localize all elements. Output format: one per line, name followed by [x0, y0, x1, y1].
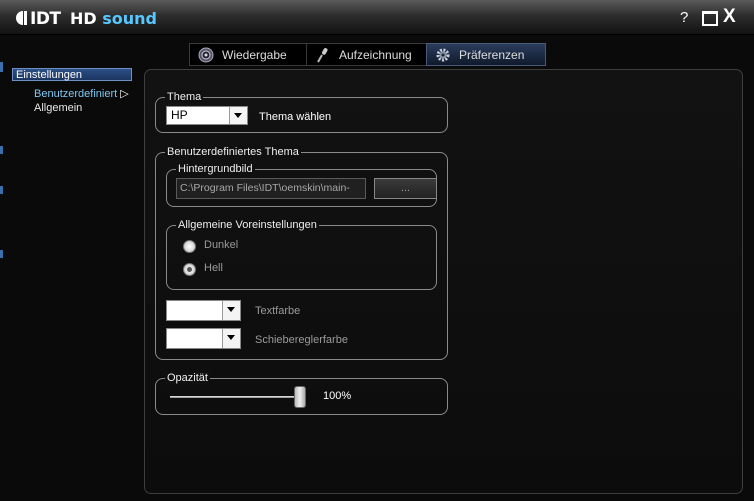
browse-button[interactable]: ...	[374, 178, 437, 199]
tab-preferences[interactable]: Präferenzen	[426, 43, 546, 66]
text-color-label: Textfarbe	[255, 305, 301, 317]
background-window-fragment	[0, 186, 3, 194]
microphone-icon	[317, 47, 328, 62]
custom-theme-group: Benutzerdefiniertes Thema Hintergrundbil…	[155, 146, 448, 360]
logo-text: IDT	[30, 9, 61, 29]
app-title: HD sound	[70, 9, 157, 28]
background-window-fragment	[0, 62, 3, 72]
background-window-fragment	[0, 146, 3, 154]
presets-group: Allgemeine Voreinstellungen Dunkel Hell	[166, 219, 437, 290]
slider-color-select[interactable]	[166, 328, 241, 349]
radio-light-label: Hell	[204, 262, 223, 274]
sidebar-item-custom[interactable]: Benutzerdefiniert ▷	[34, 87, 129, 100]
opacity-slider-track[interactable]	[170, 396, 300, 398]
chevron-down-icon[interactable]	[229, 107, 247, 124]
radio-dark-label: Dunkel	[204, 239, 239, 251]
gear-icon	[436, 48, 450, 61]
tab-label: Präferenzen	[459, 47, 525, 62]
chevron-down-icon[interactable]	[222, 329, 240, 348]
sidebar-item-settings[interactable]: Einstellungen	[12, 68, 132, 81]
radio-dark[interactable]	[183, 240, 196, 253]
theme-group: Thema HP Thema wählen	[155, 91, 448, 133]
close-button[interactable]: X	[723, 6, 736, 28]
speaker-icon	[198, 47, 214, 62]
background-window-fragment	[0, 250, 3, 258]
opacity-value: 100%	[323, 390, 352, 402]
maximize-button[interactable]	[702, 11, 718, 26]
theme-legend: Thema	[165, 91, 204, 103]
app-title-suffix: sound	[102, 9, 157, 28]
slider-color-label: Schiebereglerfarbe	[255, 334, 348, 346]
theme-select[interactable]: HP	[166, 106, 248, 125]
title-bar[interactable]: IDT HD sound ? X	[0, 0, 754, 35]
radio-light[interactable]	[183, 263, 196, 276]
app-title-prefix: HD	[70, 9, 97, 28]
content-panel: Thema HP Thema wählen Benutzerdefinierte…	[144, 69, 743, 494]
background-path-input[interactable]: C:\Program Files\IDT\oemskin\main-	[176, 178, 366, 199]
sidebar-item-label: Benutzerdefiniert	[34, 88, 118, 100]
custom-theme-legend: Benutzerdefiniertes Thema	[165, 146, 301, 158]
tab-label: Wiedergabe	[222, 47, 287, 62]
presets-legend: Allgemeine Voreinstellungen	[176, 219, 319, 231]
text-color-select[interactable]	[166, 300, 241, 321]
opacity-group: Opazität 100%	[155, 372, 448, 415]
opacity-slider-thumb[interactable]	[294, 386, 306, 408]
tab-label: Aufzeichnung	[339, 47, 412, 62]
theme-choose-label: Thema wählen	[259, 111, 332, 123]
background-image-group: Hintergrundbild C:\Program Files\IDT\oem…	[166, 163, 437, 207]
help-button[interactable]: ?	[680, 9, 688, 26]
theme-select-value: HP	[171, 108, 188, 122]
tab-playback[interactable]: Wiedergabe	[189, 43, 309, 66]
triangle-right-icon: ▷	[120, 88, 129, 100]
opacity-legend: Opazität	[165, 372, 210, 384]
tab-recording[interactable]: Aufzeichnung	[306, 43, 429, 66]
idt-logo-icon	[16, 11, 27, 25]
idt-logo: IDT	[14, 9, 61, 29]
chevron-down-icon[interactable]	[222, 301, 240, 320]
sidebar-item-general[interactable]: Allgemein	[34, 102, 82, 114]
background-image-legend: Hintergrundbild	[176, 163, 255, 175]
